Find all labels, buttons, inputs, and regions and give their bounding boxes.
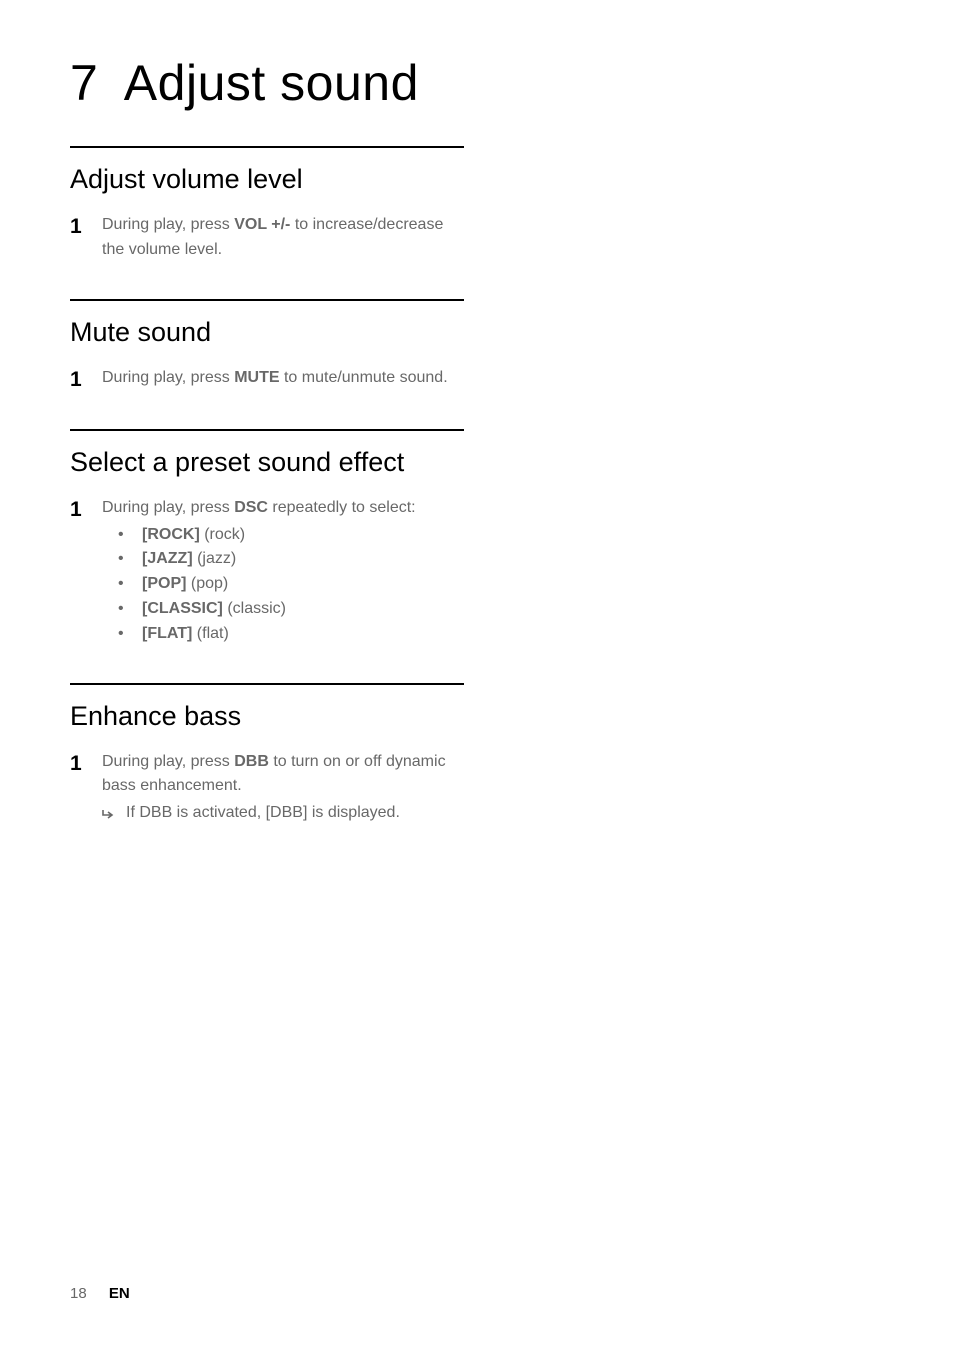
section-enhance-bass: Enhance bass 1 During play, press DBB to… xyxy=(70,683,464,830)
option-bold: [POP] xyxy=(142,575,186,592)
option-desc: (jazz) xyxy=(193,550,237,567)
step-body: During play, press DBB to turn on or off… xyxy=(102,750,464,830)
section-title-bass: Enhance bass xyxy=(70,701,464,732)
list-item: [JAZZ] (jazz) xyxy=(102,547,464,572)
page: 7 Adjust sound Adjust volume level 1 Dur… xyxy=(0,0,954,1350)
text: During play, press xyxy=(102,369,234,386)
option-desc: (pop) xyxy=(186,575,228,592)
bold-text: DSC xyxy=(234,499,268,516)
page-number: 18 xyxy=(70,1285,87,1302)
step-number: 1 xyxy=(70,366,102,393)
step-body: During play, press DSC repeatedly to sel… xyxy=(102,496,464,647)
step-number: 1 xyxy=(70,496,102,523)
step-mute-1: 1 During play, press MUTE to mute/unmute… xyxy=(70,366,464,393)
footer: 18 EN xyxy=(70,1285,130,1302)
content-column: Adjust volume level 1 During play, press… xyxy=(70,146,464,830)
text: repeatedly to select: xyxy=(268,499,416,516)
result-arrow-icon xyxy=(102,801,126,830)
step-body: During play, press VOL +/- to increase/d… xyxy=(102,213,464,263)
bold-text: VOL +/- xyxy=(234,216,290,233)
step-preset-1: 1 During play, press DSC repeatedly to s… xyxy=(70,496,464,647)
list-item: [POP] (pop) xyxy=(102,572,464,597)
text: During play, press xyxy=(102,499,234,516)
list-item: [CLASSIC] (classic) xyxy=(102,597,464,622)
list-item: [ROCK] (rock) xyxy=(102,523,464,548)
text: During play, press xyxy=(102,216,234,233)
step-bass-1: 1 During play, press DBB to turn on or o… xyxy=(70,750,464,830)
page-title: 7 Adjust sound xyxy=(70,54,884,112)
step-number: 1 xyxy=(70,213,102,240)
option-list: [ROCK] (rock) [JAZZ] (jazz) [POP] (pop) … xyxy=(102,523,464,647)
section-title-mute: Mute sound xyxy=(70,317,464,348)
option-bold: [JAZZ] xyxy=(142,550,193,567)
list-item: [FLAT] (flat) xyxy=(102,622,464,647)
section-title-preset: Select a preset sound effect xyxy=(70,447,464,478)
language-code: EN xyxy=(109,1285,130,1302)
step-body: During play, press MUTE to mute/unmute s… xyxy=(102,366,464,391)
option-desc: (flat) xyxy=(192,625,228,642)
section-title-volume: Adjust volume level xyxy=(70,164,464,195)
step-volume-1: 1 During play, press VOL +/- to increase… xyxy=(70,213,464,263)
bold-text: DBB xyxy=(234,753,269,770)
text: to mute/unmute sound. xyxy=(280,369,448,386)
option-bold: [CLASSIC] xyxy=(142,600,223,617)
section-adjust-volume: Adjust volume level 1 During play, press… xyxy=(70,146,464,263)
option-desc: (rock) xyxy=(200,526,245,543)
section-mute-sound: Mute sound 1 During play, press MUTE to … xyxy=(70,299,464,393)
result-text: If DBB is activated, [DBB] is displayed. xyxy=(126,801,400,826)
option-desc: (classic) xyxy=(223,600,286,617)
section-preset-sound: Select a preset sound effect 1 During pl… xyxy=(70,429,464,647)
step-number: 1 xyxy=(70,750,102,777)
result-row: If DBB is activated, [DBB] is displayed. xyxy=(102,801,464,830)
option-bold: [ROCK] xyxy=(142,526,200,543)
bold-text: MUTE xyxy=(234,369,279,386)
option-bold: [FLAT] xyxy=(142,625,192,642)
text: During play, press xyxy=(102,753,234,770)
